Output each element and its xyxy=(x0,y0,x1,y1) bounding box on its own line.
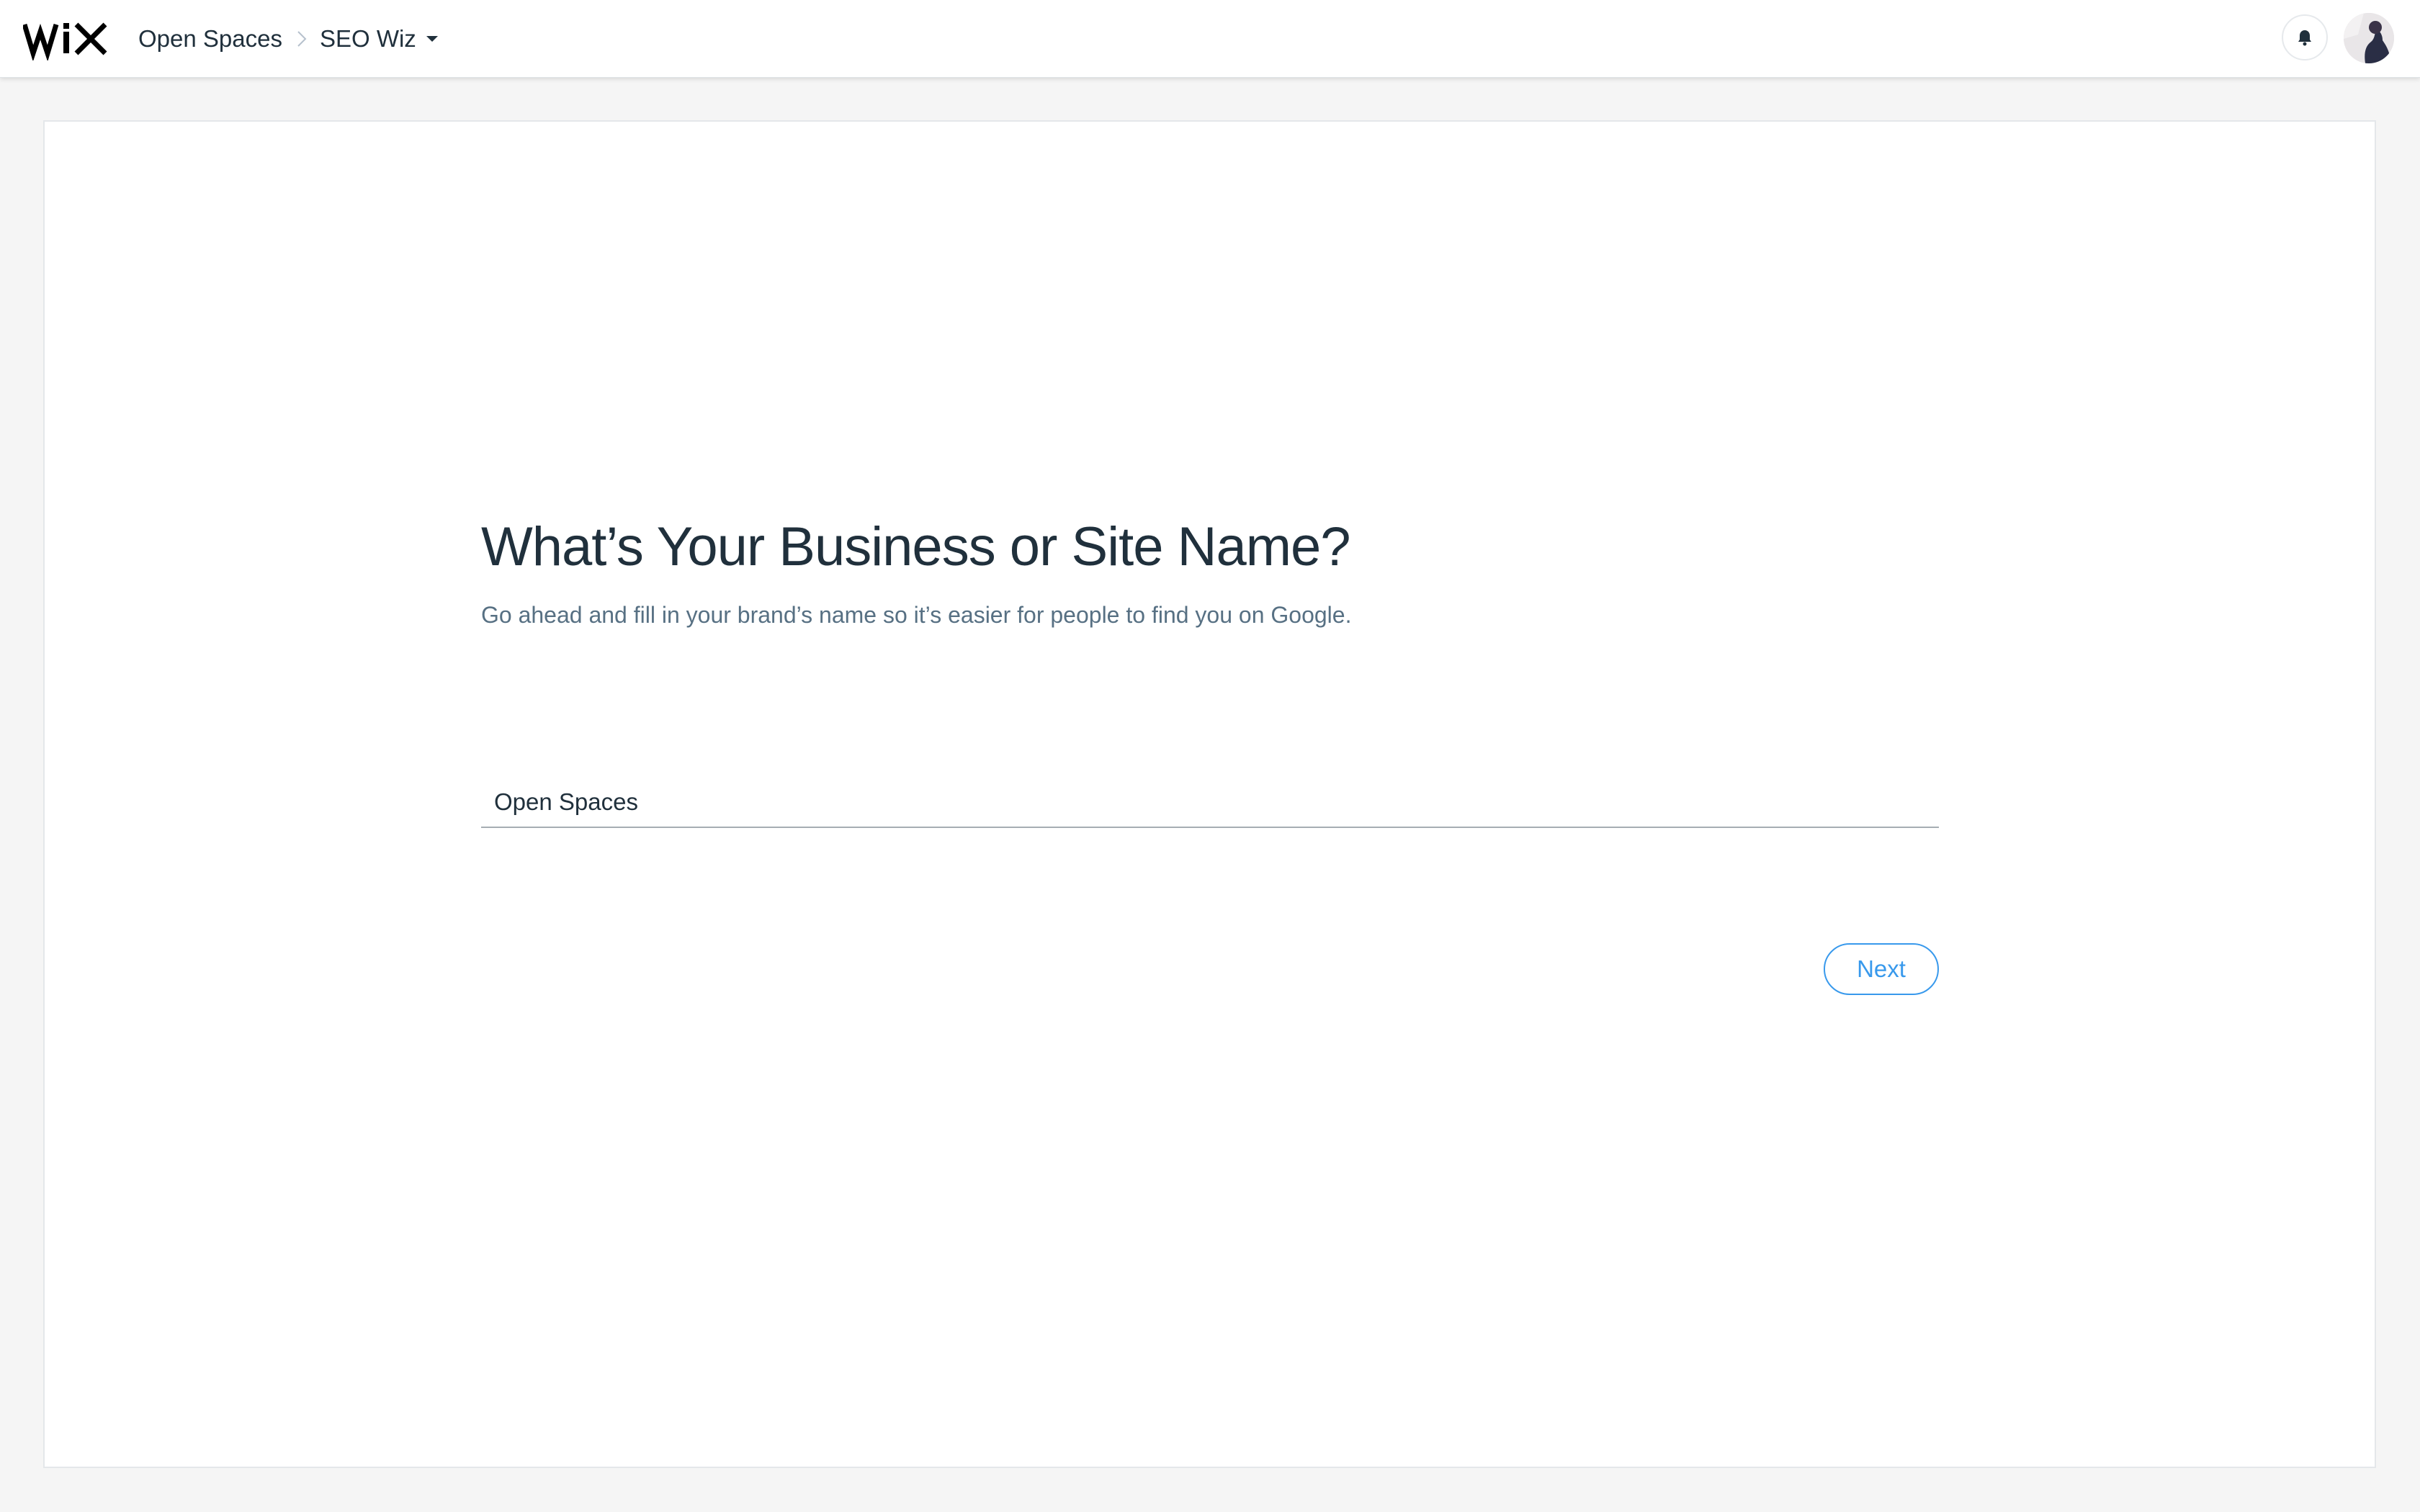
avatar-image xyxy=(2344,13,2394,63)
breadcrumb: Open Spaces SEO Wiz xyxy=(138,0,438,77)
page-subtitle: Go ahead and fill in your brand’s name s… xyxy=(481,602,1352,628)
user-avatar[interactable] xyxy=(2344,13,2394,63)
breadcrumb-current-label: SEO Wiz xyxy=(319,24,416,52)
bell-icon xyxy=(2298,30,2311,46)
wix-logo[interactable] xyxy=(23,16,109,60)
next-button[interactable]: Next xyxy=(1824,943,1939,995)
app-switcher-dropdown[interactable]: SEO Wiz xyxy=(320,25,438,53)
notifications-button[interactable] xyxy=(2282,14,2328,60)
page-title: What’s Your Business or Site Name? xyxy=(481,516,1351,577)
caret-down-icon xyxy=(426,35,438,42)
chevron-right-icon xyxy=(297,30,307,47)
breadcrumb-site-link[interactable]: Open Spaces xyxy=(138,25,282,53)
business-name-input[interactable] xyxy=(481,778,1939,828)
top-bar: Open Spaces SEO Wiz xyxy=(0,0,2420,78)
